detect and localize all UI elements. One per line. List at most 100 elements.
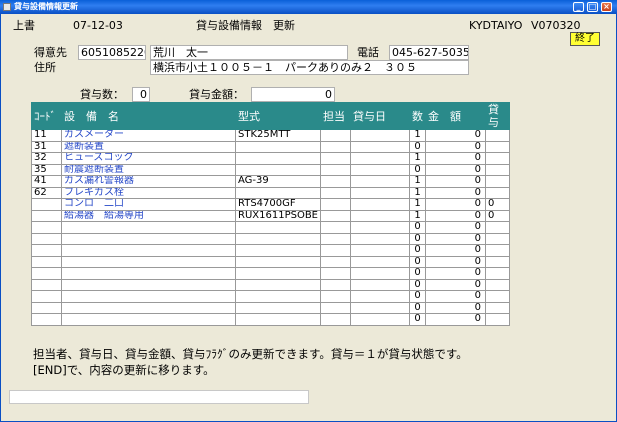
cell-tanto[interactable] xyxy=(320,186,351,199)
cell-code[interactable] xyxy=(31,278,62,291)
cell-flag[interactable] xyxy=(485,244,510,257)
table-row[interactable]: 00 xyxy=(31,301,510,314)
cell-name[interactable]: ガス漏れ警報器 xyxy=(61,175,236,188)
cell-flag[interactable] xyxy=(485,232,510,245)
cell-model[interactable]: AG-39 xyxy=(235,175,321,188)
cell-code[interactable] xyxy=(31,267,62,280)
cell-qty[interactable]: 0 xyxy=(409,163,426,176)
cell-amount[interactable]: 0 xyxy=(425,290,486,303)
cell-flag[interactable] xyxy=(485,163,510,176)
cell-model[interactable] xyxy=(235,221,321,234)
cell-qty[interactable]: 1 xyxy=(409,129,426,142)
table-row[interactable]: 00 xyxy=(31,221,510,234)
cell-flag[interactable] xyxy=(485,290,510,303)
cell-qty[interactable]: 0 xyxy=(409,301,426,314)
cell-tanto[interactable] xyxy=(320,175,351,188)
cell-date[interactable] xyxy=(350,152,410,165)
cell-date[interactable] xyxy=(350,198,410,211)
cell-tanto[interactable] xyxy=(320,301,351,314)
cell-model[interactable] xyxy=(235,186,321,199)
cell-model[interactable] xyxy=(235,278,321,291)
cell-model[interactable] xyxy=(235,255,321,268)
cell-amount[interactable]: 0 xyxy=(425,232,486,245)
cell-date[interactable] xyxy=(350,301,410,314)
cell-tanto[interactable] xyxy=(320,209,351,222)
maximize-button[interactable]: □ xyxy=(587,2,598,12)
table-row[interactable]: 00 xyxy=(31,313,510,326)
cell-name[interactable]: 耐震遮断装置 xyxy=(61,163,236,176)
cell-qty[interactable]: 0 xyxy=(409,278,426,291)
cell-date[interactable] xyxy=(350,186,410,199)
cell-name[interactable] xyxy=(61,221,236,234)
address-field[interactable]: 横浜市小土１００５－１ パークありのみ２ ３０５ xyxy=(150,60,469,75)
phone-field[interactable]: 045-627-5035 xyxy=(389,45,469,60)
cell-date[interactable] xyxy=(350,313,410,326)
cell-model[interactable] xyxy=(235,267,321,280)
cell-amount[interactable]: 0 xyxy=(425,301,486,314)
table-row[interactable]: 62 フレキガス栓 1 0 xyxy=(31,186,510,199)
cell-code[interactable] xyxy=(31,255,62,268)
cell-qty[interactable]: 0 xyxy=(409,221,426,234)
cell-tanto[interactable] xyxy=(320,313,351,326)
customer-name-field[interactable]: 荒川 太一 xyxy=(150,45,348,60)
cell-date[interactable] xyxy=(350,255,410,268)
table-row[interactable]: 00 xyxy=(31,290,510,303)
cell-name[interactable] xyxy=(61,290,236,303)
cell-name[interactable]: 給湯器 給湯専用 xyxy=(61,209,236,222)
cell-amount[interactable]: 0 xyxy=(425,278,486,291)
cell-code[interactable] xyxy=(31,221,62,234)
cell-amount[interactable]: 0 xyxy=(425,221,486,234)
cell-qty[interactable]: 0 xyxy=(409,244,426,257)
end-button[interactable]: 終了 xyxy=(570,32,600,46)
cell-amount[interactable]: 0 xyxy=(425,140,486,153)
cell-flag[interactable] xyxy=(485,175,510,188)
cell-flag[interactable] xyxy=(485,152,510,165)
cell-amount[interactable]: 0 xyxy=(425,255,486,268)
table-row[interactable]: 35 耐震遮断装置 0 0 xyxy=(31,163,510,176)
cell-code[interactable] xyxy=(31,244,62,257)
cell-qty[interactable]: 1 xyxy=(409,198,426,211)
cell-tanto[interactable] xyxy=(320,198,351,211)
cell-qty[interactable]: 0 xyxy=(409,313,426,326)
cell-date[interactable] xyxy=(350,209,410,222)
cell-flag[interactable] xyxy=(485,278,510,291)
cell-model[interactable] xyxy=(235,152,321,165)
cell-model[interactable] xyxy=(235,140,321,153)
table-row[interactable]: 32 ヒューズコック 1 0 xyxy=(31,152,510,165)
cell-tanto[interactable] xyxy=(320,255,351,268)
cell-tanto[interactable] xyxy=(320,290,351,303)
cell-amount[interactable]: 0 xyxy=(425,186,486,199)
cell-code[interactable]: 11 xyxy=(31,129,62,142)
cell-code[interactable] xyxy=(31,232,62,245)
cell-code[interactable] xyxy=(31,198,62,211)
cell-qty[interactable]: 0 xyxy=(409,290,426,303)
cell-qty[interactable]: 0 xyxy=(409,140,426,153)
cell-date[interactable] xyxy=(350,140,410,153)
cell-qty[interactable]: 1 xyxy=(409,209,426,222)
table-row[interactable]: 00 xyxy=(31,278,510,291)
cell-tanto[interactable] xyxy=(320,163,351,176)
cell-code[interactable] xyxy=(31,301,62,314)
cell-qty[interactable]: 1 xyxy=(409,186,426,199)
cell-date[interactable] xyxy=(350,129,410,142)
cell-tanto[interactable] xyxy=(320,140,351,153)
cell-name[interactable]: フレキガス栓 xyxy=(61,186,236,199)
cell-amount[interactable]: 0 xyxy=(425,129,486,142)
cell-amount[interactable]: 0 xyxy=(425,175,486,188)
cell-model[interactable] xyxy=(235,301,321,314)
cell-model[interactable] xyxy=(235,163,321,176)
lend-amount-field[interactable]: 0 xyxy=(251,87,335,102)
cell-name[interactable]: ガスメーター xyxy=(61,129,236,142)
cell-model[interactable]: RTS4700GF xyxy=(235,198,321,211)
cell-code[interactable] xyxy=(31,209,62,222)
cell-flag[interactable] xyxy=(485,140,510,153)
cell-tanto[interactable] xyxy=(320,278,351,291)
table-row[interactable]: 00 xyxy=(31,255,510,268)
cell-date[interactable] xyxy=(350,278,410,291)
cell-name[interactable] xyxy=(61,278,236,291)
cell-flag[interactable] xyxy=(485,267,510,280)
cell-amount[interactable]: 0 xyxy=(425,244,486,257)
cell-tanto[interactable] xyxy=(320,152,351,165)
cell-name[interactable] xyxy=(61,313,236,326)
cell-tanto[interactable] xyxy=(320,221,351,234)
